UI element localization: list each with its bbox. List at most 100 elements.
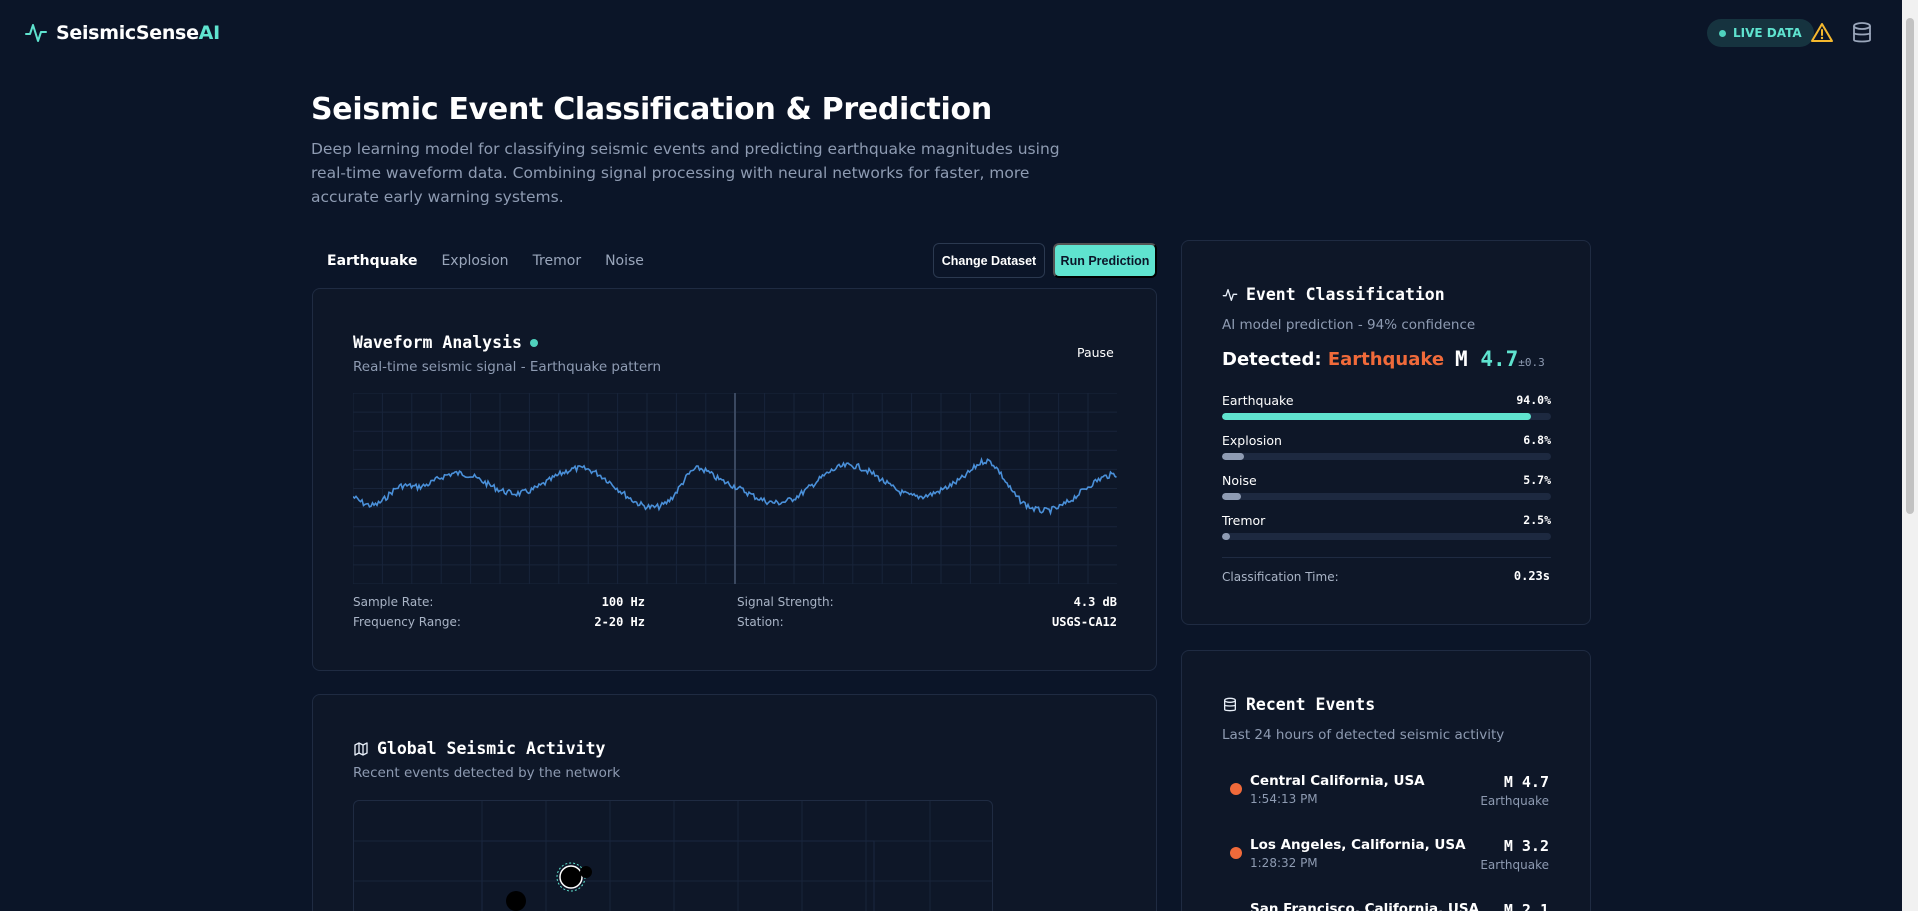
frequency-range-value: 2-20 Hz bbox=[594, 615, 645, 629]
live-indicator-dot bbox=[529, 338, 538, 347]
probability-bar-explosion: Explosion 6.8% bbox=[1222, 433, 1551, 460]
event-magnitude: M 4.7 bbox=[1503, 773, 1549, 791]
waveform-title-text: Waveform Analysis bbox=[353, 333, 522, 352]
map-icon bbox=[354, 741, 368, 756]
page-description: Deep learning model for classifying seis… bbox=[311, 140, 1060, 206]
probability-label: Tremor bbox=[1222, 513, 1266, 528]
event-list-item[interactable]: Los Angeles, California, USA 1:28:32 PM … bbox=[1222, 835, 1551, 885]
probability-bar-noise: Noise 5.7% bbox=[1222, 473, 1551, 500]
waveform-card: Waveform Analysis Real-time seismic sign… bbox=[312, 288, 1157, 671]
app-logo[interactable]: SeismicSenseAI bbox=[24, 21, 220, 45]
waveform-plot bbox=[353, 393, 1117, 584]
magnitude-prefix: M bbox=[1455, 347, 1468, 371]
page-title: Seismic Event Classification & Predictio… bbox=[311, 92, 992, 127]
probability-track bbox=[1222, 533, 1551, 540]
event-location: Central California, USA bbox=[1250, 773, 1425, 789]
probability-label: Explosion bbox=[1222, 433, 1282, 448]
recent-events-card: Recent Events Last 24 hours of detected … bbox=[1181, 650, 1591, 911]
detected-label: Detected: bbox=[1222, 349, 1322, 370]
page-scrollbar[interactable] bbox=[1902, 0, 1918, 911]
warning-icon[interactable] bbox=[1810, 21, 1834, 45]
probability-fill bbox=[1222, 413, 1532, 420]
frequency-range-label: Frequency Range: bbox=[353, 615, 461, 629]
classification-time-label: Classification Time: bbox=[1222, 570, 1339, 584]
change-dataset-button[interactable]: Change Dataset bbox=[933, 243, 1045, 278]
map-event-marker[interactable] bbox=[506, 891, 526, 911]
probability-value: 94.0% bbox=[1516, 393, 1551, 407]
map-title: Global Seismic Activity bbox=[353, 739, 605, 758]
events-subtitle: Last 24 hours of detected seismic activi… bbox=[1222, 727, 1505, 743]
station-value: USGS-CA12 bbox=[1051, 615, 1117, 629]
classification-title: Event Classification bbox=[1222, 285, 1445, 304]
probability-fill bbox=[1222, 533, 1231, 540]
event-time: 1:28:32 PM bbox=[1250, 856, 1318, 870]
event-list-item[interactable]: Central California, USA 1:54:13 PM M 4.7… bbox=[1222, 771, 1551, 821]
pause-button[interactable]: Pause bbox=[1077, 345, 1114, 360]
sample-rate-label: Sample Rate: bbox=[353, 595, 434, 609]
event-classification-card: Event Classification AI model prediction… bbox=[1181, 240, 1591, 625]
map-event-marker[interactable] bbox=[580, 866, 592, 878]
probability-bar-tremor: Tremor 2.5% bbox=[1222, 513, 1551, 540]
probability-value: 6.8% bbox=[1523, 433, 1551, 447]
event-severity-dot bbox=[1230, 783, 1242, 795]
event-magnitude: M 2.1 bbox=[1503, 901, 1549, 911]
event-list-item[interactable]: San Francisco, California, USA M 2.1 bbox=[1222, 899, 1551, 911]
classification-title-text: Event Classification bbox=[1246, 285, 1445, 304]
probability-track bbox=[1222, 413, 1551, 420]
tab-noise[interactable]: Noise bbox=[593, 250, 656, 272]
sample-rate-value: 100 Hz bbox=[601, 595, 645, 609]
event-type: Earthquake bbox=[1480, 858, 1549, 872]
top-bar: SeismicSenseAI LIVE DATA bbox=[0, 0, 1900, 66]
probability-fill bbox=[1222, 453, 1245, 460]
events-title-text: Recent Events bbox=[1246, 695, 1376, 714]
map-event-marker[interactable] bbox=[559, 865, 583, 889]
divider bbox=[1222, 557, 1551, 558]
live-data-label: LIVE DATA bbox=[1733, 26, 1802, 40]
event-location: Los Angeles, California, USA bbox=[1250, 837, 1466, 853]
probability-value: 5.7% bbox=[1523, 473, 1551, 487]
probability-label: Noise bbox=[1222, 473, 1257, 488]
probability-bar-earthquake: Earthquake 94.0% bbox=[1222, 393, 1551, 420]
detected-value: Earthquake bbox=[1327, 349, 1445, 370]
event-location: San Francisco, California, USA bbox=[1250, 901, 1480, 911]
signal-strength-value: 4.3 dB bbox=[1073, 595, 1117, 609]
tab-explosion[interactable]: Explosion bbox=[429, 250, 520, 272]
classification-subtitle: AI model prediction - 94% confidence bbox=[1222, 317, 1476, 333]
map-subtitle: Recent events detected by the network bbox=[353, 765, 621, 781]
detected-result: Detected: Earthquake bbox=[1222, 349, 1444, 370]
magnitude-error: ±0.3 bbox=[1518, 356, 1545, 369]
station-label: Station: bbox=[737, 615, 784, 629]
events-title: Recent Events bbox=[1222, 695, 1375, 714]
probability-label: Earthquake bbox=[1222, 393, 1294, 408]
magnitude-value: 4.7 bbox=[1480, 347, 1519, 371]
probability-fill bbox=[1222, 493, 1241, 500]
event-severity-dot bbox=[1230, 847, 1242, 859]
database-icon bbox=[1224, 697, 1236, 711]
live-data-badge: LIVE DATA bbox=[1707, 19, 1814, 47]
tab-earthquake[interactable]: Earthquake bbox=[311, 250, 429, 272]
probability-track bbox=[1222, 453, 1551, 460]
pulse-icon bbox=[25, 24, 47, 42]
seismic-map[interactable] bbox=[353, 800, 993, 911]
probability-track bbox=[1222, 493, 1551, 500]
tab-tremor[interactable]: Tremor bbox=[521, 250, 594, 272]
scrollbar-thumb[interactable] bbox=[1906, 18, 1914, 514]
event-time: 1:54:13 PM bbox=[1250, 792, 1318, 806]
live-status-dot bbox=[1719, 29, 1726, 37]
magnitude-readout: M 4.7±0.3 bbox=[1455, 347, 1545, 371]
activity-icon bbox=[1222, 288, 1238, 301]
waveform-title: Waveform Analysis bbox=[353, 333, 538, 352]
seismic-map-canvas bbox=[354, 801, 992, 911]
database-icon[interactable] bbox=[1850, 21, 1874, 45]
map-title-text: Global Seismic Activity bbox=[377, 739, 606, 758]
event-type: Earthquake bbox=[1480, 794, 1549, 808]
event-type-tabs: Earthquake Explosion Tremor Noise bbox=[311, 250, 656, 272]
probability-value: 2.5% bbox=[1523, 513, 1551, 527]
run-prediction-button[interactable]: Run Prediction bbox=[1053, 243, 1157, 278]
classification-time-value: 0.23s bbox=[1513, 569, 1550, 583]
event-magnitude: M 3.2 bbox=[1503, 837, 1549, 855]
waveform-subtitle: Real-time seismic signal - Earthquake pa… bbox=[353, 359, 662, 375]
signal-strength-label: Signal Strength: bbox=[737, 595, 834, 609]
app-name: SeismicSenseAI bbox=[56, 22, 220, 44]
global-activity-card: Global Seismic Activity Recent events de… bbox=[312, 694, 1157, 911]
